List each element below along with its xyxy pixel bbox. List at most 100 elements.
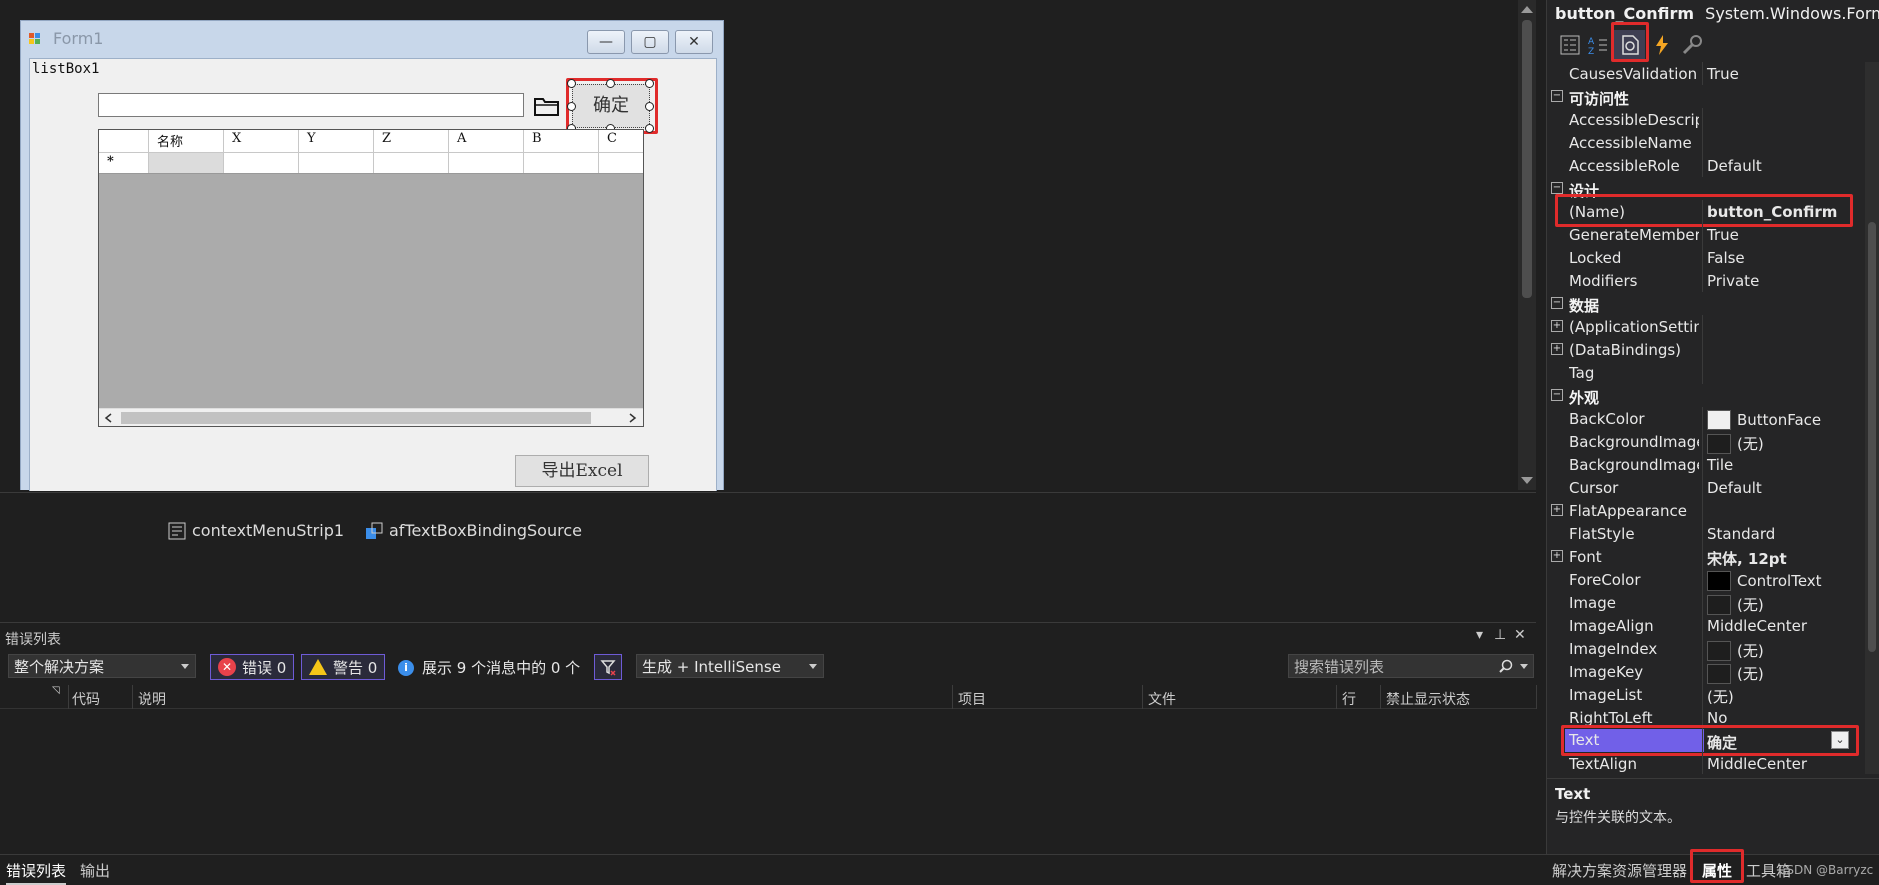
chevron-down-icon[interactable] xyxy=(1520,664,1528,669)
property-value[interactable]: Tile xyxy=(1707,456,1733,474)
expand-icon[interactable]: + xyxy=(1551,550,1563,562)
property-value[interactable]: Default xyxy=(1707,479,1762,497)
events-icon[interactable] xyxy=(1649,32,1675,58)
close-panel-icon[interactable]: ✕ xyxy=(1514,627,1526,643)
alphabetical-icon[interactable]: A Z xyxy=(1585,32,1611,58)
tray-item-context-menu[interactable]: contextMenuStrip1 xyxy=(168,521,344,540)
grid-cell[interactable] xyxy=(299,153,374,173)
grid-column-header[interactable]: Y xyxy=(299,130,374,152)
grid-cell[interactable] xyxy=(599,153,643,173)
property-row[interactable]: AccessibleDescrip xyxy=(1547,108,1863,131)
property-row[interactable]: BackgroundImage Tile xyxy=(1547,453,1863,476)
export-excel-button[interactable]: 导出Excel xyxy=(515,455,649,487)
property-value[interactable]: Default xyxy=(1707,157,1762,175)
property-row[interactable]: Locked False xyxy=(1547,246,1863,269)
close-button[interactable]: ✕ xyxy=(675,30,713,54)
property-row[interactable]: ImageList (无) xyxy=(1547,683,1863,706)
collapse-icon[interactable]: − xyxy=(1551,90,1563,102)
property-row[interactable]: + FlatAppearance xyxy=(1547,499,1863,522)
designer-surface[interactable]: Form1 — ▢ ✕ listBox1 确定 名称 X Y Z A B C *… xyxy=(0,0,1536,491)
resize-handle[interactable] xyxy=(645,79,654,88)
property-row[interactable]: Modifiers Private xyxy=(1547,269,1863,292)
grid-column-header[interactable]: Z xyxy=(374,130,449,152)
folder-icon[interactable] xyxy=(534,95,560,117)
grid-new-row[interactable]: * xyxy=(99,152,643,174)
scrollbar-thumb[interactable] xyxy=(121,412,591,424)
property-row[interactable]: Image (无) xyxy=(1547,591,1863,615)
grid-column-header[interactable]: C xyxy=(599,130,643,152)
tab-error-list[interactable]: 错误列表 xyxy=(6,860,67,885)
property-row[interactable]: Cursor Default xyxy=(1547,476,1863,499)
scroll-right-icon[interactable] xyxy=(629,413,637,423)
column-line[interactable]: 行 xyxy=(1342,689,1356,709)
scroll-down-icon[interactable] xyxy=(1521,477,1533,484)
property-pages-icon[interactable] xyxy=(1679,32,1705,58)
property-category[interactable]: − 数据 xyxy=(1547,292,1863,315)
property-value[interactable]: False xyxy=(1707,249,1745,267)
property-row[interactable]: + (ApplicationSettin xyxy=(1547,315,1863,338)
tab-output[interactable]: 输出 xyxy=(80,860,110,881)
property-value[interactable]: ControlText xyxy=(1707,571,1822,591)
properties-scrollbar[interactable] xyxy=(1865,62,1879,774)
column-file[interactable]: 文件 xyxy=(1148,689,1176,709)
property-value[interactable]: Private xyxy=(1707,272,1759,290)
property-row[interactable]: TextAlign MiddleCenter xyxy=(1547,752,1863,774)
scrollbar-thumb[interactable] xyxy=(1868,222,1876,652)
property-row[interactable]: GenerateMember True xyxy=(1547,223,1863,246)
property-row[interactable]: ImageIndex (无) xyxy=(1547,637,1863,661)
property-value[interactable]: MiddleCenter xyxy=(1707,755,1807,773)
grid-column-header[interactable]: A xyxy=(449,130,524,152)
grid-horizontal-scrollbar[interactable] xyxy=(99,408,643,426)
property-row[interactable]: + Font 宋体, 12pt xyxy=(1547,545,1863,568)
property-value[interactable]: (无) xyxy=(1707,433,1764,454)
collapse-icon[interactable]: − xyxy=(1551,297,1563,309)
property-row[interactable]: CausesValidation True xyxy=(1547,62,1863,85)
filter-button[interactable] xyxy=(594,654,622,680)
categorized-icon[interactable] xyxy=(1557,32,1583,58)
collapse-icon[interactable]: − xyxy=(1551,389,1563,401)
property-category[interactable]: − 可访问性 xyxy=(1547,85,1863,108)
path-textbox[interactable] xyxy=(98,93,524,117)
grid-cell[interactable] xyxy=(224,153,299,173)
expand-icon[interactable]: + xyxy=(1551,320,1563,332)
property-value[interactable]: (无) xyxy=(1707,663,1764,684)
grid-column-header[interactable]: B xyxy=(524,130,599,152)
property-row[interactable]: AccessibleRole Default xyxy=(1547,154,1863,177)
property-row[interactable]: AccessibleName xyxy=(1547,131,1863,154)
expand-icon[interactable]: + xyxy=(1551,343,1563,355)
listbox[interactable]: listBox1 xyxy=(32,61,99,77)
scope-dropdown[interactable]: 整个解决方案 xyxy=(8,654,196,678)
resize-handle[interactable] xyxy=(567,79,576,88)
sort-icon[interactable]: ◹ xyxy=(52,685,60,696)
tray-item-binding-source[interactable]: afTextBoxBindingSource xyxy=(365,521,582,540)
maximize-button[interactable]: ▢ xyxy=(631,30,669,54)
error-search-input[interactable]: 搜索错误列表 xyxy=(1288,654,1534,678)
panel-menu-icon[interactable]: ▾ xyxy=(1476,627,1483,643)
properties-object-selector[interactable]: button_Confirm System.Windows.Form ▾ xyxy=(1555,4,1879,23)
grid-cell[interactable] xyxy=(374,153,449,173)
property-row[interactable]: BackgroundImage (无) xyxy=(1547,430,1863,454)
resize-handle[interactable] xyxy=(645,102,654,111)
messages-filter-button[interactable]: i 展示 9 个消息中的 0 个 xyxy=(398,657,580,678)
property-value[interactable]: True xyxy=(1707,65,1739,83)
expand-icon[interactable]: + xyxy=(1551,504,1563,516)
property-row[interactable]: ImageKey (无) xyxy=(1547,660,1863,684)
grid-cell[interactable] xyxy=(524,153,599,173)
scrollbar-thumb[interactable] xyxy=(1522,20,1532,298)
resize-handle[interactable] xyxy=(645,124,654,133)
property-row[interactable]: Text 确定 ⌄ xyxy=(1547,725,1863,756)
property-row[interactable]: FlatStyle Standard xyxy=(1547,522,1863,545)
grid-cell[interactable] xyxy=(449,153,524,173)
property-row[interactable]: Tag xyxy=(1547,361,1863,384)
property-row[interactable]: ForeColor ControlText xyxy=(1547,568,1863,591)
errors-filter-button[interactable]: ✕ 错误 0 xyxy=(210,654,295,680)
resize-handle[interactable] xyxy=(567,102,576,111)
property-value[interactable]: MiddleCenter xyxy=(1707,617,1807,635)
form-client-area[interactable]: listBox1 确定 名称 X Y Z A B C * 导出Excel xyxy=(29,58,717,491)
property-category[interactable]: − 外观 xyxy=(1547,384,1863,407)
scroll-up-icon[interactable] xyxy=(1521,6,1533,13)
build-filter-dropdown[interactable]: 生成 + IntelliSense xyxy=(636,654,824,678)
property-value[interactable]: True xyxy=(1707,226,1739,244)
data-grid[interactable]: 名称 X Y Z A B C * xyxy=(98,129,644,427)
property-row[interactable]: + (DataBindings) xyxy=(1547,338,1863,361)
